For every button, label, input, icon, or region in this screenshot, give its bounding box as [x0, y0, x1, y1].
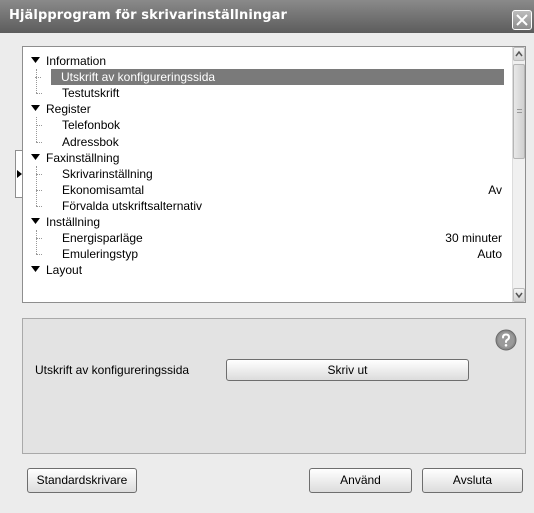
- tree-item-label: Energisparläge: [62, 231, 143, 246]
- default-printer-label: Standardskrivare: [36, 473, 128, 487]
- action-label: Utskrift av konfigureringssida: [35, 363, 190, 377]
- tree-item[interactable]: Emuleringstyp Auto: [23, 246, 510, 262]
- tree-item[interactable]: Förvalda utskriftsalternativ: [23, 198, 510, 214]
- print-button-label: Skriv ut: [327, 363, 368, 377]
- tree-item-label: Skrivarinställning: [62, 166, 153, 181]
- tree-item-label: Förvalda utskriftsalternativ: [62, 198, 203, 213]
- tree-item-label: Information: [46, 54, 107, 68]
- tree-item[interactable]: Adressbok: [23, 134, 510, 150]
- print-button[interactable]: Skriv ut: [226, 359, 469, 381]
- tree-group-item[interactable]: Layout: [23, 262, 510, 278]
- scroll-thumb[interactable]: [513, 64, 525, 159]
- triangle-down-icon[interactable]: [31, 57, 40, 64]
- tree-guide-line: [36, 230, 37, 255]
- tree-item-label: Emuleringstyp: [62, 247, 139, 262]
- triangle-down-icon[interactable]: [31, 153, 40, 161]
- triangle-down-icon[interactable]: [31, 266, 40, 273]
- scroll-up-button[interactable]: [513, 47, 525, 61]
- tree-item-value: Av: [488, 182, 502, 197]
- tree-item[interactable]: Telefonbok: [23, 117, 510, 133]
- tree-group-item[interactable]: Information: [23, 53, 510, 69]
- action-panel: Utskrift av konfigureringssida Skriv ut: [22, 318, 526, 454]
- tree-item-label: Ekonomisamtal: [62, 182, 145, 197]
- tree-item[interactable]: Ekonomisamtal Av: [23, 182, 510, 198]
- dialog-window: Hjälpprogram för skrivarinställningar In…: [0, 0, 534, 513]
- tree-item-value: 30 minuter: [445, 231, 502, 246]
- tree-guide-line: [36, 69, 37, 94]
- arrow-down-icon: [515, 292, 523, 299]
- tree-group-item[interactable]: Register: [23, 101, 510, 117]
- triangle-down-icon[interactable]: [31, 218, 40, 225]
- help-icon[interactable]: [495, 329, 517, 351]
- tree-item-label: Utskrift av konfigureringssida: [61, 70, 216, 85]
- close-button[interactable]: [512, 10, 532, 30]
- exit-button[interactable]: Avsluta: [422, 468, 523, 493]
- tree-item-label: Adressbok: [62, 134, 119, 149]
- apply-label: Använd: [340, 473, 381, 487]
- window-title: Hjälpprogram för skrivarinställningar: [9, 8, 288, 23]
- vertical-scrollbar[interactable]: [512, 47, 525, 302]
- tree-item[interactable]: Skrivarinställning: [23, 166, 510, 182]
- exit-label: Avsluta: [452, 473, 493, 487]
- tree-item-label: Inställning: [46, 215, 101, 229]
- tree-item-label: Layout: [46, 263, 83, 278]
- tree-guide-line: [36, 165, 37, 206]
- apply-button[interactable]: Använd: [309, 468, 412, 493]
- tree-item-value: Auto: [477, 247, 502, 262]
- default-printer-button[interactable]: Standardskrivare: [27, 468, 137, 493]
- close-icon: [516, 14, 528, 26]
- arrow-up-icon: [515, 50, 523, 57]
- title-bar[interactable]: Hjälpprogram för skrivarinställningar: [0, 0, 534, 33]
- tree-item-label: Faxinställning: [46, 150, 120, 165]
- triangle-down-icon[interactable]: [31, 105, 40, 112]
- tree-item[interactable]: Energisparläge 30 minuter: [23, 230, 510, 246]
- tree-item[interactable]: Testutskrift: [23, 85, 510, 101]
- tree-guide-line: [36, 117, 37, 142]
- tree-group-item[interactable]: Faxinställning: [23, 150, 510, 166]
- scroll-down-button[interactable]: [513, 288, 525, 302]
- tree-item-label: Register: [46, 102, 91, 117]
- tree-item-label: Testutskrift: [62, 86, 120, 101]
- settings-tree[interactable]: Information Utskrift av konfigureringssid…: [22, 46, 526, 303]
- tree-item[interactable]: Utskrift av konfigureringssida: [35, 69, 504, 86]
- tree-group-item[interactable]: Inställning: [23, 214, 510, 230]
- tree-item-label: Telefonbok: [62, 118, 121, 133]
